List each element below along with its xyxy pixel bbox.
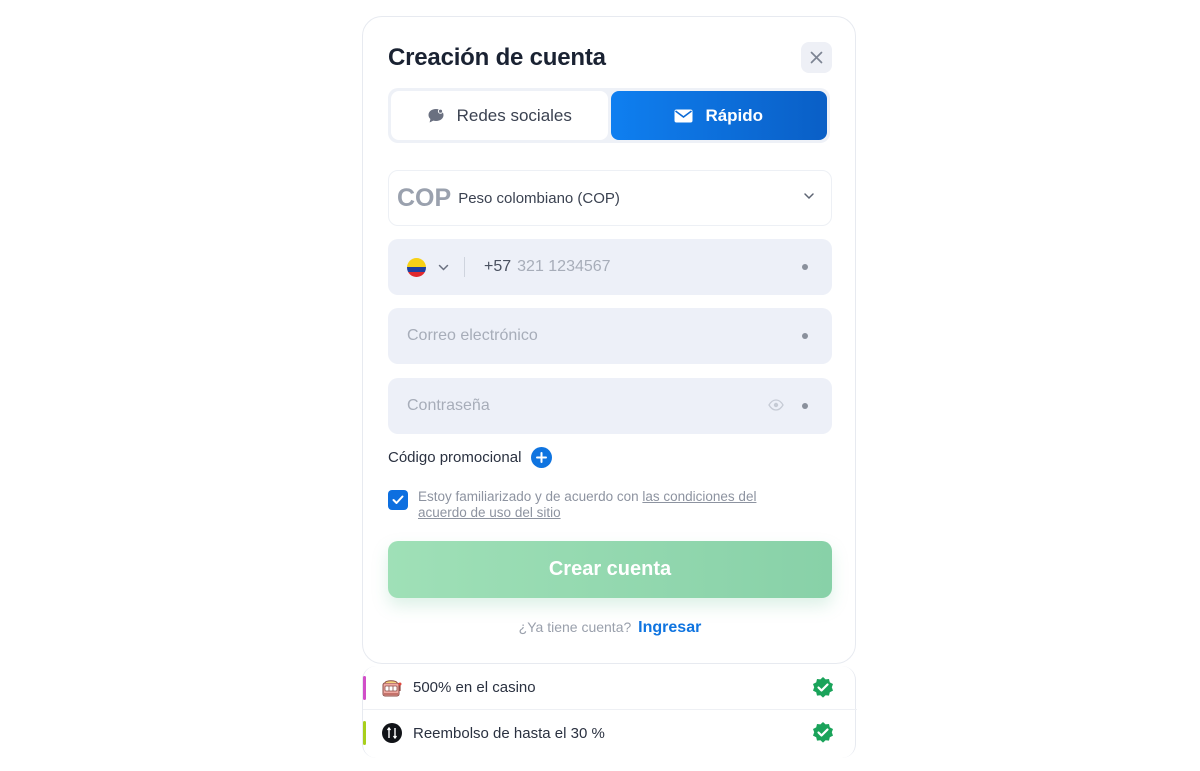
bonus-panel: 500% en el casino Reembolso de hasta el …	[362, 666, 857, 758]
phone-input[interactable]	[517, 258, 768, 276]
cashback-coin-icon	[381, 722, 403, 744]
create-account-button[interactable]: Crear cuenta	[388, 541, 832, 598]
email-input[interactable]	[407, 327, 757, 345]
currency-select[interactable]: COP Peso colombiano (COP)	[388, 170, 832, 226]
bonus-text: 500% en el casino	[413, 679, 536, 696]
required-indicator	[802, 333, 808, 339]
envelope-icon	[674, 109, 693, 122]
currency-code: COP	[397, 183, 452, 212]
country-code-select[interactable]	[407, 257, 449, 277]
terms-agreement: Estoy familiarizado y de acuerdo con las…	[388, 489, 803, 521]
bonus-item-casino: 500% en el casino	[363, 666, 857, 710]
registration-tabs: Redes sociales Rápido	[388, 88, 830, 143]
bonus-item-cashback: Reembolso de hasta el 30 %	[363, 711, 857, 755]
tab-social-networks[interactable]: Redes sociales	[391, 91, 608, 140]
tab-quick-label: Rápido	[705, 105, 764, 125]
terms-intro: Estoy familiarizado y de acuerdo con	[418, 489, 643, 504]
promo-code-toggle[interactable]: Código promocional	[388, 447, 553, 468]
accent-bar	[363, 676, 366, 700]
phone-prefix: +57	[484, 258, 512, 275]
promo-code-label: Código promocional	[388, 449, 522, 466]
password-input[interactable]	[407, 397, 757, 415]
phone-field: +57	[388, 239, 832, 295]
colombia-flag-icon	[407, 257, 426, 277]
currency-name: Peso colombiano (COP)	[458, 189, 620, 207]
accent-bar	[363, 721, 366, 745]
verified-badge-icon	[813, 722, 833, 743]
chat-bubble-icon	[428, 108, 444, 122]
modal-title: Creación de cuenta	[388, 44, 606, 71]
terms-text: Estoy familiarizado y de acuerdo con las…	[418, 489, 803, 521]
tab-quick[interactable]: Rápido	[610, 91, 827, 140]
required-indicator	[802, 403, 808, 409]
tab-social-label: Redes sociales	[456, 105, 572, 125]
chevron-down-icon	[438, 264, 449, 271]
add-promo-button[interactable]	[531, 447, 553, 468]
plus-icon	[536, 452, 548, 463]
checkmark-icon	[392, 495, 404, 504]
divider	[464, 257, 465, 277]
email-field	[388, 308, 832, 364]
slot-machine-icon	[381, 677, 403, 699]
close-icon	[810, 51, 823, 64]
verified-badge-icon	[813, 677, 833, 698]
login-link[interactable]: Ingresar	[638, 619, 701, 636]
bonus-text: Reembolso de hasta el 30 %	[413, 724, 605, 742]
terms-checkbox[interactable]	[388, 490, 408, 510]
login-prompt: ¿Ya tiene cuenta? Ingresar	[363, 619, 857, 637]
password-field	[388, 378, 832, 434]
registration-modal: Creación de cuenta Redes sociales Rápido…	[362, 16, 856, 664]
eye-icon[interactable]	[768, 399, 784, 411]
login-question: ¿Ya tiene cuenta?	[518, 619, 632, 635]
close-button[interactable]	[801, 42, 832, 73]
required-indicator	[802, 264, 808, 270]
chevron-down-icon	[804, 193, 814, 200]
